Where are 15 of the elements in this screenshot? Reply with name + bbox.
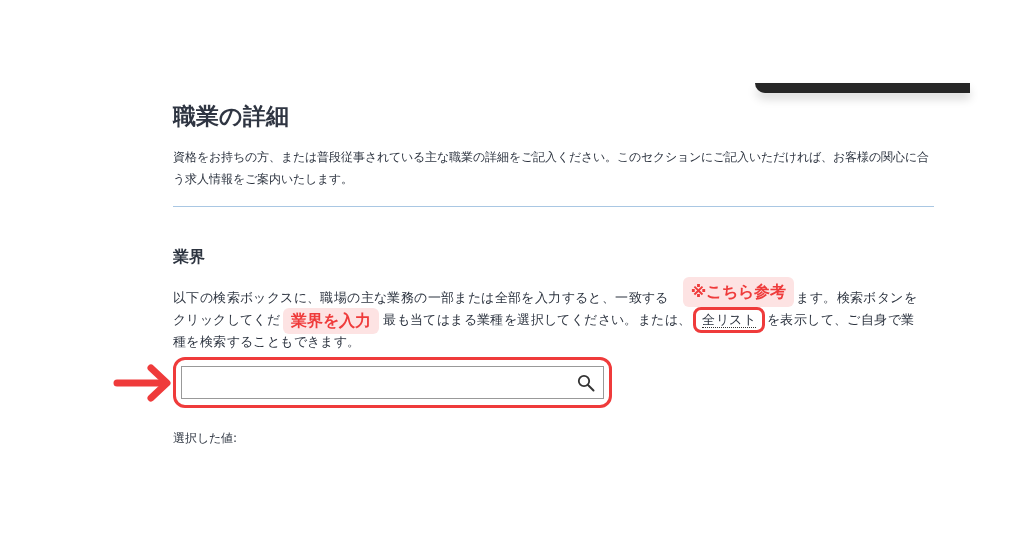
- search-field[interactable]: [181, 366, 604, 399]
- instruction-text: を表示して、ご自身で業: [767, 311, 915, 329]
- search-icon: [577, 373, 595, 392]
- full-list-link[interactable]: 全リスト: [702, 312, 756, 328]
- selected-value-label: 選択した値:: [173, 430, 239, 447]
- instruction-text: ます。検索ボタンを: [796, 289, 917, 307]
- annotation-label: 業界を入力: [283, 308, 380, 334]
- instruction-text: 以下の検索ボックスに、職場の主な業務の一部または全部を入力すると、一致する: [173, 289, 669, 307]
- instruction-text: 最も当てはまる業種を選択してください。または、: [383, 311, 692, 329]
- section-title: 職業の詳細: [173, 102, 290, 131]
- annotation-label: ※こちら参考: [682, 277, 795, 307]
- industry-heading: 業界: [173, 246, 206, 268]
- instruction-text: 種を検索することもできます。: [173, 333, 361, 351]
- section-description: 資格をお持ちの方、または普段従事されている主な職業の詳細をご記入ください。このセクションにご記入いただければ、お客様の関心に合う求人情報をご案内いたします。: [173, 149, 930, 188]
- instruction-text: クリックしてくだ: [173, 311, 281, 329]
